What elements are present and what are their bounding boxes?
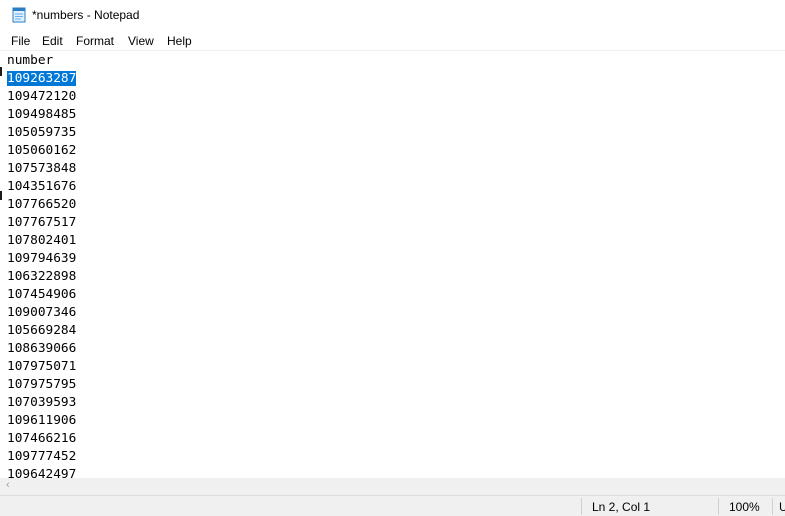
line-text: 109642497: [7, 467, 77, 478]
menu-file[interactable]: File: [10, 34, 31, 48]
line-text: 107767517: [7, 215, 77, 230]
notepad-window: *numbers - Notepad File Edit Format View…: [0, 0, 785, 516]
text-line[interactable]: 105060162: [7, 142, 76, 160]
text-line[interactable]: 109498485: [7, 106, 76, 124]
text-line[interactable]: 107975071: [7, 358, 76, 376]
text-line[interactable]: 109007346: [7, 304, 76, 322]
selected-text: 109263287: [7, 71, 77, 86]
chevron-left-icon[interactable]: ‹: [6, 479, 10, 491]
text-line[interactable]: 107766520: [7, 196, 76, 214]
text-line[interactable]: 107767517: [7, 214, 76, 232]
title-bar[interactable]: *numbers - Notepad: [0, 0, 785, 31]
text-editor[interactable]: number 109263287 109472120 109498485 1050597…: [0, 51, 785, 478]
text-line[interactable]: 105669284: [7, 322, 76, 340]
text-line[interactable]: 107975795: [7, 376, 76, 394]
line-text: 107039593: [7, 395, 77, 410]
menu-view[interactable]: View: [127, 34, 155, 48]
text-line[interactable]: 109794639: [7, 250, 76, 268]
line-text: 107975795: [7, 377, 77, 392]
status-separator: [718, 498, 719, 515]
notepad-icon: [12, 7, 26, 23]
text-line[interactable]: 104351676: [7, 178, 76, 196]
text-line[interactable]: 109263287: [7, 70, 77, 88]
line-text: 109611906: [7, 413, 77, 428]
line-text: 104351676: [7, 179, 77, 194]
menu-edit[interactable]: Edit: [41, 34, 64, 48]
text-line[interactable]: 106322898: [7, 268, 76, 286]
text-line[interactable]: 105059735: [7, 124, 76, 142]
line-text: 109794639: [7, 251, 77, 266]
text-line-header[interactable]: number: [7, 52, 53, 70]
text-line[interactable]: 108639066: [7, 340, 76, 358]
line-text: 106322898: [7, 269, 77, 284]
line-text: 107802401: [7, 233, 77, 248]
line-text: 107766520: [7, 197, 77, 212]
line-text: 109777452: [7, 449, 77, 464]
cursor-position: Ln 2, Col 1: [592, 500, 651, 514]
menu-help[interactable]: Help: [166, 34, 193, 48]
text-line[interactable]: 107454906: [7, 286, 76, 304]
line-text: number: [7, 53, 54, 68]
status-separator: [581, 498, 582, 515]
edge-mark: [0, 67, 2, 76]
text-line[interactable]: 107573848: [7, 160, 76, 178]
text-line[interactable]: 109611906: [7, 412, 76, 430]
text-line[interactable]: 109777452: [7, 448, 76, 466]
text-line[interactable]: 107802401: [7, 232, 76, 250]
menu-bar: File Edit Format View Help: [0, 31, 785, 51]
encoding-label: U: [779, 500, 785, 514]
line-text: 107454906: [7, 287, 77, 302]
text-line[interactable]: 109642497: [7, 466, 76, 478]
edge-mark: [0, 191, 2, 200]
line-text: 109472120: [7, 89, 77, 104]
zoom-level: 100%: [729, 500, 760, 514]
horizontal-scrollbar[interactable]: ‹: [0, 478, 785, 495]
line-text: 107975071: [7, 359, 77, 374]
text-line[interactable]: 109472120: [7, 88, 76, 106]
window-title: *numbers - Notepad: [32, 8, 140, 22]
line-text: 107466216: [7, 431, 77, 446]
line-text: 105060162: [7, 143, 77, 158]
line-text: 105669284: [7, 323, 77, 338]
line-text: 107573848: [7, 161, 77, 176]
menu-format[interactable]: Format: [75, 34, 115, 48]
text-line[interactable]: 107039593: [7, 394, 76, 412]
line-text: 108639066: [7, 341, 77, 356]
line-text: 109498485: [7, 107, 77, 122]
text-line[interactable]: 107466216: [7, 430, 76, 448]
line-text: 109007346: [7, 305, 77, 320]
window-edge-marks: [0, 51, 3, 478]
status-bar: Ln 2, Col 1 100% U: [0, 495, 785, 516]
line-text: 105059735: [7, 125, 77, 140]
status-separator: [772, 498, 773, 515]
